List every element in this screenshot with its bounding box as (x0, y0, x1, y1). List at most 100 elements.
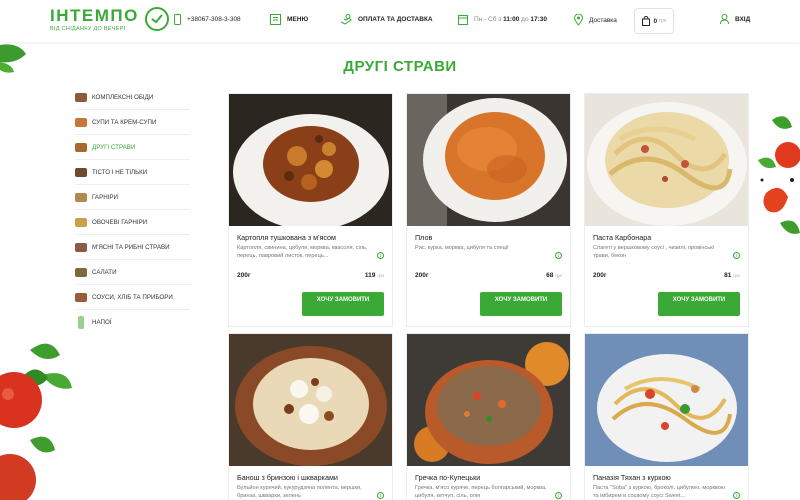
phone-number: +38067-308-3-308 (187, 16, 241, 23)
clock-logo-icon (144, 7, 169, 31)
product-name[interactable]: Паназія Тяхан з куркою (593, 473, 671, 482)
payment-delivery-link[interactable]: ОПЛАТА ТА ДОСТАВКА (340, 14, 433, 25)
menu-label: МЕНЮ (287, 16, 309, 23)
hours-mid: до (521, 16, 529, 23)
login-label: ВХІД (735, 15, 751, 23)
sidebar-item-main-dishes[interactable]: ДРУГІ СТРАВИ (75, 135, 190, 160)
logo[interactable]: ІНТЕМПО ВІД СНІДАНКУ ДО ВЕЧЕРІ (50, 6, 170, 32)
sidebar-item-label: СУПИ ТА КРЕМ-СУПИ (92, 118, 157, 126)
price-currency: грн (555, 273, 562, 278)
phone-link[interactable]: +38067-308-3-308 (174, 14, 241, 25)
order-button[interactable]: ХОЧУ ЗАМОВИТИ (302, 292, 384, 316)
sidebar-item-soups[interactable]: СУПИ ТА КРЕМ-СУПИ (75, 110, 190, 135)
sidebar-item-vegetable-garnishes[interactable]: ОВОЧЕВІ ГАРНІРИ (75, 210, 190, 235)
product-card[interactable]: Банош з бринзою і шкварками Бульйон куря… (228, 333, 393, 500)
product-description: Паста "Soba" з куркою, броколі, цибулею,… (593, 485, 726, 499)
product-card[interactable]: Паназія Тяхан з куркою Паста "Soba" з ку… (584, 333, 749, 500)
info-icon[interactable]: i (733, 492, 740, 499)
product-image[interactable] (407, 94, 570, 226)
sidebar-item-label: САЛАТИ (92, 268, 117, 276)
cart-currency: грн (659, 18, 667, 24)
product-weight: 200г (415, 272, 429, 279)
logo-tagline: ВІД СНІДАНКУ ДО ВЕЧЕРІ (50, 25, 126, 32)
sidebar-item-drinks[interactable]: НАПОЇ (75, 310, 190, 335)
delivery-label: Доставка (589, 16, 617, 24)
sauce-thumb-icon (75, 292, 87, 302)
info-icon[interactable]: i (377, 252, 384, 259)
bottle-thumb-icon (78, 316, 84, 329)
product-name[interactable]: Картопля тушкована з м'ясом (237, 233, 336, 242)
product-image[interactable] (229, 334, 392, 466)
info-icon[interactable]: i (377, 492, 384, 499)
sidebar-item-label: НАПОЇ (92, 319, 112, 326)
category-sidebar: КОМПЛЕКСНІ ОБІДИ СУПИ ТА КРЕМ-СУПИ ДРУГІ… (75, 85, 190, 335)
garnish-thumb-icon (75, 192, 87, 202)
product-price: 68 грн (546, 272, 562, 279)
shopping-bag-icon (641, 16, 650, 26)
sidebar-item-label: ТІСТО І НЕ ТІЛЬКИ (92, 168, 148, 176)
product-price: 119 грн (365, 272, 384, 279)
product-weight: 200г (593, 272, 607, 279)
page-title: ДРУГІ СТРАВИ (343, 58, 457, 75)
product-description: Рис, курка, морква, цибуля та спеції (415, 245, 509, 251)
user-icon (720, 14, 729, 24)
product-image[interactable] (229, 94, 392, 226)
product-description: Картопля, свинина, цибуля, морква, квасо… (237, 245, 368, 259)
hours-prefix: Пн - Сб з (474, 16, 502, 23)
product-weight: 200г (237, 272, 251, 279)
info-icon[interactable]: i (555, 492, 562, 499)
order-button[interactable]: ХОЧУ ЗАМОВИТИ (480, 292, 562, 316)
payment-hand-icon (340, 14, 352, 25)
delivery-link[interactable]: Доставка (574, 14, 617, 26)
payment-label: ОПЛАТА ТА ДОСТАВКА (358, 16, 433, 23)
calendar-icon (458, 15, 468, 25)
sidebar-item-salads[interactable]: САЛАТИ (75, 260, 190, 285)
sidebar-item-garnishes[interactable]: ГАРНІРИ (75, 185, 190, 210)
product-name[interactable]: Банош з бринзою і шкварками (237, 473, 338, 482)
product-card[interactable]: Картопля тушкована з м'ясом Картопля, св… (228, 93, 393, 327)
menu-link[interactable]: МЕНЮ (270, 14, 308, 25)
sidebar-item-meat-fish[interactable]: М'ЯСНІ ТА РИБНІ СТРАВИ (75, 235, 190, 260)
product-description: Спагеті у вершковому соусі , чизилі, про… (593, 245, 714, 259)
product-card[interactable]: Плов Рис, курка, морква, цибуля та спеці… (406, 93, 571, 327)
price-value: 68 (546, 272, 554, 279)
sidebar-item-complex-lunches[interactable]: КОМПЛЕКСНІ ОБІДИ (75, 85, 190, 110)
location-pin-icon (574, 14, 583, 26)
soup-thumb-icon (75, 117, 87, 127)
price-currency: грн (377, 273, 384, 278)
sidebar-item-label: ДРУГІ СТРАВИ (92, 143, 136, 151)
sidebar-item-dough[interactable]: ТІСТО І НЕ ТІЛЬКИ (75, 160, 190, 185)
hours-to: 17:30 (530, 16, 548, 23)
site-header: ІНТЕМПО ВІД СНІДАНКУ ДО ВЕЧЕРІ +38067-30… (0, 0, 800, 42)
main-dish-thumb-icon (75, 142, 87, 152)
price-value: 119 (364, 272, 376, 279)
product-name[interactable]: Плов (415, 233, 432, 242)
order-button[interactable]: ХОЧУ ЗАМОВИТИ (658, 292, 740, 316)
login-link[interactable]: ВХІД (720, 14, 750, 24)
vegetables-decoration-icon (758, 116, 800, 234)
product-image[interactable] (585, 334, 748, 466)
meat-fish-thumb-icon (75, 242, 87, 252)
product-card[interactable]: Паста Карбонара Спагеті у вершковому соу… (584, 93, 749, 327)
product-image[interactable] (585, 94, 748, 226)
cart-button[interactable]: 0 грн (634, 8, 674, 34)
phone-icon (174, 14, 181, 25)
product-image[interactable] (407, 334, 570, 466)
complex-lunch-thumb-icon (75, 92, 87, 102)
sidebar-item-label: ГАРНІРИ (92, 193, 118, 201)
hours-from: 11:00 (503, 16, 520, 23)
cart-count: 0 (653, 17, 658, 25)
vegetable-thumb-icon (75, 217, 87, 227)
info-icon[interactable]: i (555, 252, 562, 259)
product-price: 81 грн (724, 272, 740, 279)
product-name[interactable]: Паста Карбонара (593, 233, 651, 242)
sidebar-item-label: СОУСИ, ХЛІБ ТА ПРИБОРИ (92, 293, 173, 301)
tomato-decoration-icon (0, 343, 72, 500)
product-description: Гречка, м'ясо куряче, перець болгарський… (415, 485, 547, 499)
product-name[interactable]: Гречка по-Купецьки (415, 473, 480, 482)
sidebar-item-sauces-bread[interactable]: СОУСИ, ХЛІБ ТА ПРИБОРИ (75, 285, 190, 310)
info-icon[interactable]: i (733, 252, 740, 259)
menu-book-icon (270, 14, 281, 25)
sidebar-item-label: ОВОЧЕВІ ГАРНІРИ (92, 218, 148, 226)
product-card[interactable]: Гречка по-Купецьки Гречка, м'ясо куряче,… (406, 333, 571, 500)
